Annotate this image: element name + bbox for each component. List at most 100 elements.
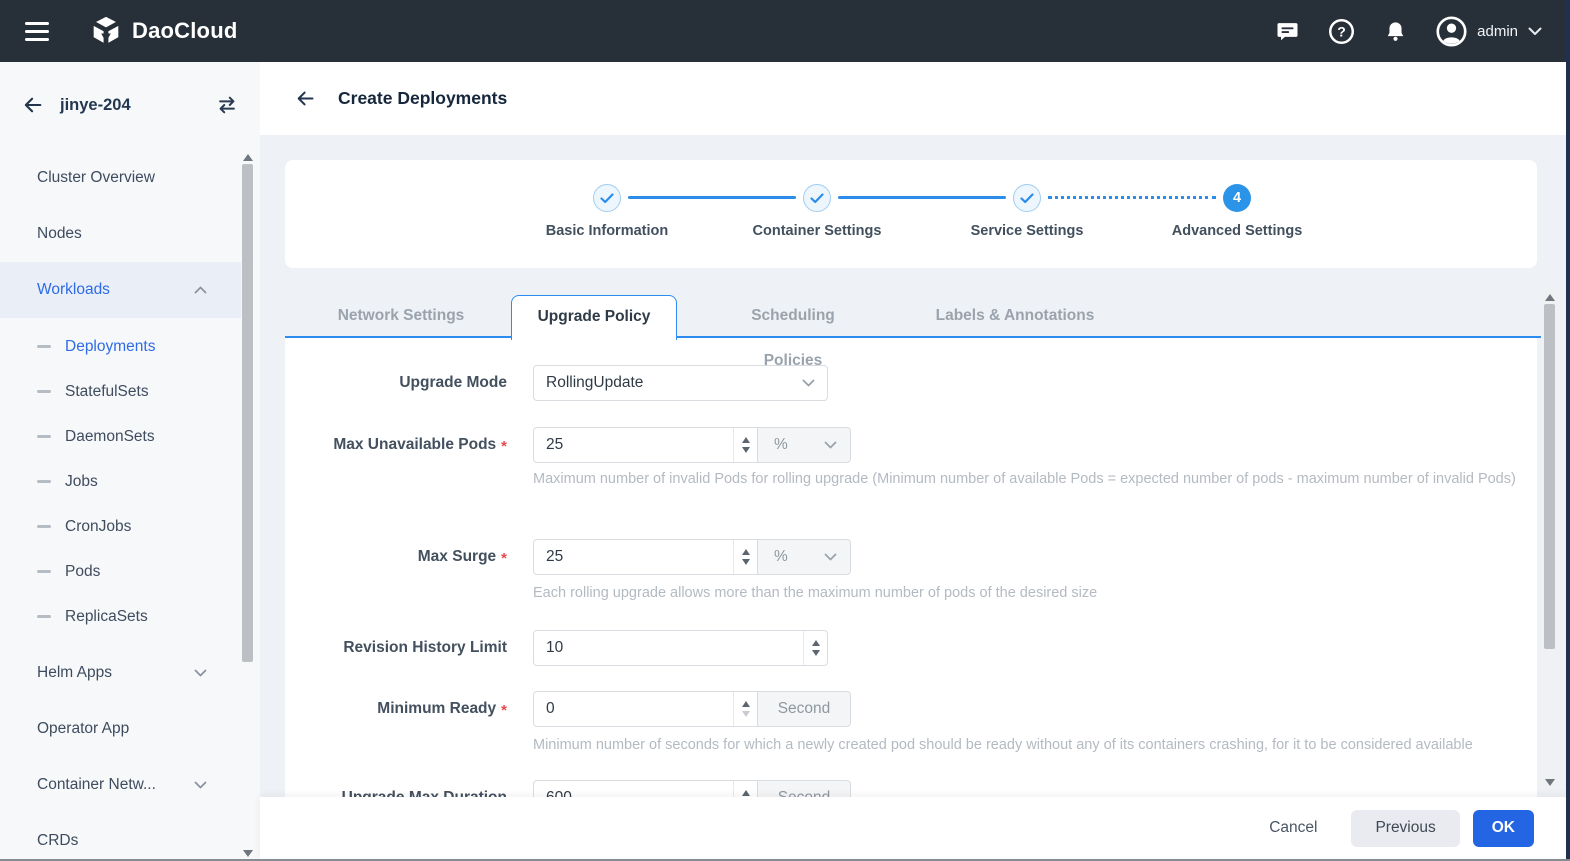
chat-icon[interactable] <box>1275 19 1300 44</box>
sidebar-item-operator-app[interactable]: Operator App <box>0 701 241 757</box>
back-arrow-icon[interactable] <box>22 94 44 116</box>
content-scrollbar[interactable] <box>1541 290 1558 790</box>
scrollbar-thumb[interactable] <box>242 164 253 662</box>
step-up-icon[interactable] <box>812 640 820 646</box>
step-check-icon <box>1013 184 1041 212</box>
number-stepper[interactable] <box>733 781 757 797</box>
tab-network-settings[interactable]: Network Settings <box>335 293 467 338</box>
field-label: Max Unavailable Pods <box>333 436 496 454</box>
step-down-icon[interactable] <box>742 711 750 717</box>
dash-icon <box>37 345 51 349</box>
max-unavailable-value[interactable] <box>534 428 757 462</box>
bell-icon[interactable] <box>1383 19 1408 44</box>
sidebar-item-label: Operator App <box>37 720 129 738</box>
user-menu[interactable]: admin <box>1436 16 1542 47</box>
sidebar-item-replicasets[interactable]: ReplicaSets <box>0 594 241 639</box>
tab-labels-annotations[interactable]: Labels & Annotations <box>932 293 1098 338</box>
step-up-icon[interactable] <box>742 790 750 796</box>
revision-history-value[interactable] <box>534 631 827 665</box>
sidebar-item-deployments[interactable]: Deployments <box>0 324 241 369</box>
step-label: Basic Information <box>502 223 712 239</box>
number-stepper[interactable] <box>733 428 757 462</box>
switch-cluster-icon[interactable] <box>216 94 238 116</box>
step-number: 4 <box>1223 184 1251 212</box>
form-row-minimum-ready: Minimum Ready* Second <box>285 691 1537 727</box>
sidebar-item-daemonsets[interactable]: DaemonSets <box>0 414 241 459</box>
step-label: Service Settings <box>922 223 1132 239</box>
scroll-down-icon[interactable] <box>243 850 253 857</box>
step-up-icon[interactable] <box>742 549 750 555</box>
step-container-settings[interactable]: Container Settings <box>712 184 922 239</box>
topbar: DaoCloud ? <box>0 0 1570 62</box>
step-up-icon[interactable] <box>742 437 750 443</box>
help-icon[interactable]: ? <box>1328 18 1355 45</box>
sidebar-item-cronjobs[interactable]: CronJobs <box>0 504 241 549</box>
ok-button[interactable]: OK <box>1473 810 1534 847</box>
sidebar-item-pods[interactable]: Pods <box>0 549 241 594</box>
step-up-icon[interactable] <box>742 701 750 707</box>
dash-icon <box>37 435 51 439</box>
unit-value: % <box>774 436 788 454</box>
wizard-stepper: Basic Information Container Settings Ser… <box>285 160 1537 268</box>
chevron-down-icon <box>194 781 207 789</box>
field-label: Upgrade Mode <box>399 374 507 392</box>
sidebar-item-helm-apps[interactable]: Helm Apps <box>0 645 241 701</box>
sidebar-menu: Cluster Overview Nodes Workloads Deploym… <box>0 150 241 861</box>
form-row-revision-history: Revision History Limit <box>285 630 1537 666</box>
daocloud-logo-icon <box>89 14 123 48</box>
cluster-name: jinye-204 <box>60 96 216 115</box>
unit-select[interactable]: % <box>757 427 851 463</box>
max-surge-value[interactable] <box>534 540 757 574</box>
scroll-up-icon[interactable] <box>243 154 253 161</box>
sidebar-item-label: CRDs <box>37 832 78 850</box>
step-advanced-settings[interactable]: 4 Advanced Settings <box>1132 184 1342 239</box>
brand-logo[interactable]: DaoCloud <box>89 14 237 48</box>
dash-icon <box>37 570 51 574</box>
step-check-icon <box>593 184 621 212</box>
scrollbar-thumb[interactable] <box>1544 304 1555 649</box>
sidebar-item-label: CronJobs <box>65 518 131 536</box>
sidebar-item-cluster-overview[interactable]: Cluster Overview <box>0 150 241 206</box>
sidebar-item-label: Cluster Overview <box>37 169 155 187</box>
brand-name: DaoCloud <box>132 18 237 44</box>
tab-upgrade-policy[interactable]: Upgrade Policy <box>511 295 677 340</box>
step-down-icon[interactable] <box>742 559 750 565</box>
scroll-down-icon[interactable] <box>1545 779 1555 786</box>
sidebar-item-label: DaemonSets <box>65 428 155 446</box>
dash-icon <box>37 480 51 484</box>
svg-text:?: ? <box>1337 23 1346 39</box>
minimum-ready-value[interactable] <box>534 692 757 726</box>
sidebar-item-label: ReplicaSets <box>65 608 148 626</box>
sidebar: jinye-204 Cluster Overview Nodes Workloa… <box>0 62 260 861</box>
back-arrow-icon[interactable] <box>295 88 316 109</box>
number-stepper[interactable] <box>733 692 757 726</box>
sidebar-item-crds[interactable]: CRDs <box>0 813 241 861</box>
scroll-up-icon[interactable] <box>1545 294 1555 301</box>
sidebar-item-jobs[interactable]: Jobs <box>0 459 241 504</box>
step-service-settings[interactable]: Service Settings <box>922 184 1132 239</box>
step-down-icon[interactable] <box>742 447 750 453</box>
sidebar-item-label: StatefulSets <box>65 383 149 401</box>
sidebar-item-container-network[interactable]: Container Netw... <box>0 757 241 813</box>
step-basic-information[interactable]: Basic Information <box>502 184 712 239</box>
sidebar-item-workloads[interactable]: Workloads <box>0 262 241 318</box>
number-stepper[interactable] <box>733 540 757 574</box>
cancel-button[interactable]: Cancel <box>1263 810 1323 847</box>
avatar-icon <box>1436 16 1467 47</box>
field-help: Each rolling upgrade allows more than th… <box>533 582 1518 605</box>
sidebar-item-nodes[interactable]: Nodes <box>0 206 241 262</box>
step-down-icon[interactable] <box>812 650 820 656</box>
upgrade-max-duration-value[interactable] <box>534 781 757 797</box>
page-title: Create Deployments <box>338 88 507 109</box>
revision-history-input <box>533 630 828 666</box>
previous-button[interactable]: Previous <box>1351 810 1459 847</box>
sidebar-scrollbar[interactable] <box>241 150 254 861</box>
menu-icon[interactable] <box>25 22 49 41</box>
sidebar-item-label: Deployments <box>65 338 155 356</box>
step-label: Container Settings <box>712 223 922 239</box>
number-stepper[interactable] <box>803 631 827 665</box>
tab-scheduling-policies[interactable]: Scheduling Policies <box>720 293 866 338</box>
sidebar-item-label: Container Netw... <box>37 776 156 794</box>
unit-select[interactable]: % <box>757 539 851 575</box>
sidebar-item-statefulsets[interactable]: StatefulSets <box>0 369 241 414</box>
